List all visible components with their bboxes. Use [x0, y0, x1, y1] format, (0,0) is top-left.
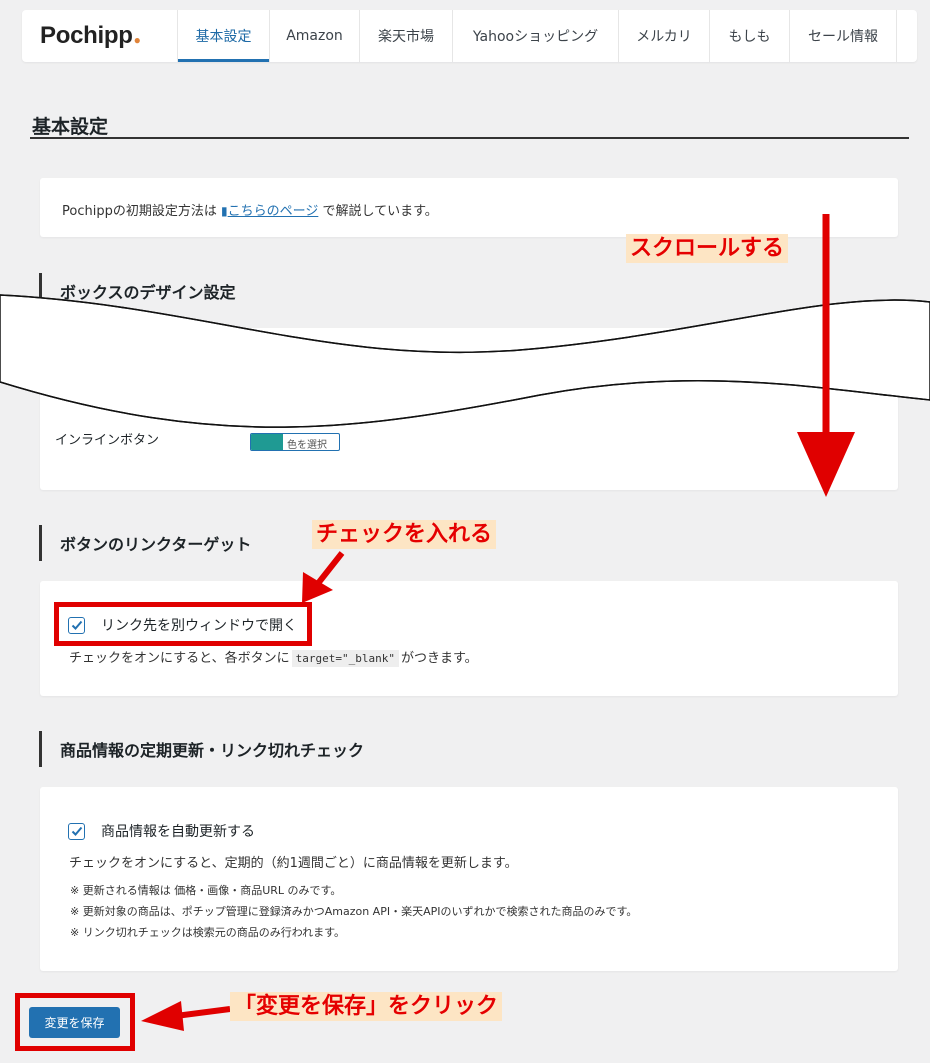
box-design-card: インラインボタン 色を選択	[40, 328, 898, 490]
auto-update-description: チェックをオンにすると、定期的（約1週間ごと）に商品情報を更新します。	[69, 856, 518, 871]
tab-amazon[interactable]: Amazon	[269, 10, 359, 62]
annotation-click-save: 「変更を保存」をクリック	[230, 992, 503, 1022]
color-swatch	[251, 434, 283, 450]
color-picker-label: 色を選択	[287, 440, 327, 451]
info-suffix: で解説しています。	[322, 204, 438, 219]
auto-update-checkbox[interactable]	[68, 822, 85, 840]
logo-text: Pochipp	[40, 22, 133, 49]
auto-update-note-3: ※ リンク切れチェックは検索元の商品のみ行われます。	[70, 926, 346, 939]
check-icon	[71, 826, 82, 836]
paw-icon: ●	[133, 33, 141, 47]
info-card: Pochippの初期設定方法は ▮こちらのページ で解説しています。	[40, 178, 898, 237]
page-title: 基本設定	[32, 116, 109, 138]
tab-moshimo[interactable]: もしも	[709, 10, 789, 62]
tab-mercari[interactable]: メルカリ	[618, 10, 709, 62]
tab-sale-info[interactable]: セール情報	[789, 10, 897, 62]
link-target-desc-suffix: がつきます。	[400, 651, 478, 666]
tab-rakuten[interactable]: 楽天市場	[359, 10, 452, 62]
checkbox-highlight-box	[54, 602, 312, 646]
save-button-highlight-box	[15, 993, 135, 1051]
book-icon: ▮	[220, 204, 228, 218]
tab-basic-settings[interactable]: 基本設定	[177, 10, 269, 62]
section-title-link-target: ボタンのリンクターゲット	[39, 525, 251, 561]
info-prefix: Pochippの初期設定方法は	[62, 204, 217, 219]
section-title-auto-update: 商品情報の定期更新・リンク切れチェック	[39, 731, 364, 767]
auto-update-label: 商品情報を自動更新する	[101, 824, 255, 840]
pochipp-logo[interactable]: Pochipp ●	[22, 10, 177, 62]
help-page-link[interactable]: こちらのページ	[228, 204, 319, 219]
section-title-box-design: ボックスのデザイン設定	[39, 273, 236, 309]
auto-update-note-1: ※ 更新される情報は 価格・画像・商品URL のみです。	[70, 884, 342, 897]
auto-update-note-2: ※ 更新対象の商品は、ポチップ管理に登録済みかつAmazon API・楽天API…	[70, 905, 638, 918]
inline-button-color-picker[interactable]: 色を選択	[250, 433, 340, 451]
info-text: Pochippの初期設定方法は ▮こちらのページ で解説しています。	[62, 200, 438, 219]
link-target-desc-prefix: チェックをオンにすると、各ボタンに	[69, 651, 290, 666]
save-arrow-head	[141, 1001, 184, 1031]
annotation-check: チェックを入れる	[312, 520, 497, 550]
title-divider	[30, 137, 909, 139]
auto-update-card: 商品情報を自動更新する チェックをオンにすると、定期的（約1週間ごと）に商品情報…	[40, 787, 898, 971]
tab-yahoo-shopping[interactable]: Yahooショッピング	[452, 10, 618, 62]
top-nav: Pochipp ● 基本設定 Amazon 楽天市場 Yahooショッピング メ…	[22, 10, 917, 62]
target-blank-code: target="_blank"	[291, 650, 399, 667]
inline-button-label: インラインボタン	[55, 433, 160, 448]
save-arrow-shaft	[167, 1006, 231, 1020]
annotation-scroll: スクロールする	[626, 234, 789, 264]
auto-update-option[interactable]: 商品情報を自動更新する	[68, 821, 255, 841]
link-target-description: チェックをオンにすると、各ボタンに target="_blank" がつきます。	[69, 647, 478, 667]
